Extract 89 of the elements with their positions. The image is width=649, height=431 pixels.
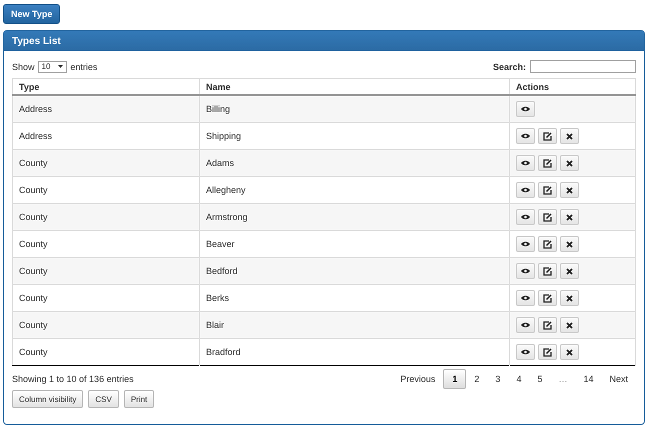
new-type-button[interactable]: New Type	[3, 4, 60, 24]
table-cell: Armstrong	[200, 204, 510, 230]
eye-icon	[521, 187, 530, 193]
page-link[interactable]: 5	[529, 369, 550, 389]
page-link[interactable]: 3	[487, 369, 508, 389]
close-icon	[566, 160, 573, 166]
search-field[interactable]	[530, 60, 636, 73]
delete-button[interactable]	[560, 209, 579, 225]
delete-button[interactable]	[560, 344, 579, 360]
close-icon	[566, 294, 573, 302]
search-label: Search:	[492, 62, 526, 72]
eye-icon	[521, 268, 530, 274]
view-button[interactable]	[516, 236, 535, 252]
close-icon	[566, 322, 573, 328]
table-cell: County	[12, 312, 200, 338]
close-icon	[566, 348, 573, 356]
close-icon	[566, 186, 573, 194]
edit-button[interactable]	[538, 290, 557, 306]
export-button[interactable]: Print	[124, 390, 154, 408]
edit-button[interactable]	[538, 236, 557, 252]
table-cell: County	[12, 338, 200, 366]
view-button[interactable]	[516, 209, 535, 225]
view-button[interactable]	[516, 128, 535, 144]
table-cell: Adams	[200, 150, 510, 176]
edit-icon	[543, 294, 552, 302]
view-button[interactable]	[516, 344, 535, 360]
view-button[interactable]	[516, 101, 535, 117]
show-label: Show	[12, 62, 35, 72]
table-cell: Bradford	[200, 338, 510, 366]
delete-button[interactable]	[560, 263, 579, 279]
edit-icon	[543, 212, 552, 222]
caret-icon	[58, 65, 64, 68]
eye-icon	[521, 133, 530, 139]
eye-icon	[521, 241, 530, 247]
edit-button[interactable]	[538, 155, 557, 171]
view-button[interactable]	[516, 155, 535, 171]
edit-button[interactable]	[538, 344, 557, 360]
table-cell: Billing	[200, 95, 510, 122]
entries-select[interactable]: 10	[38, 60, 68, 72]
edit-icon	[543, 158, 552, 168]
panel-title: Types List	[12, 36, 61, 46]
page-link[interactable]: 14	[575, 369, 602, 389]
eye-icon	[521, 322, 530, 328]
edit-button[interactable]	[538, 263, 557, 279]
table-cell: Address	[12, 95, 200, 122]
edit-button[interactable]	[538, 317, 557, 333]
delete-button[interactable]	[560, 128, 579, 144]
close-icon	[566, 240, 573, 248]
export-button[interactable]: Column visibility	[12, 390, 84, 408]
close-icon	[566, 132, 573, 140]
delete-button[interactable]	[560, 155, 579, 171]
page-link[interactable]: 2	[466, 369, 488, 389]
delete-button[interactable]	[560, 182, 579, 198]
page-link[interactable]: 4	[508, 369, 530, 389]
eye-icon	[521, 160, 530, 166]
edit-icon	[543, 132, 552, 140]
edit-button[interactable]	[538, 209, 557, 225]
export-button[interactable]: CSV	[88, 390, 119, 408]
ellipsis: …	[557, 373, 568, 386]
edit-icon	[543, 186, 552, 194]
edit-button[interactable]	[538, 182, 557, 198]
close-icon	[566, 214, 573, 220]
eye-icon	[521, 295, 530, 301]
edit-icon	[543, 240, 552, 248]
close-icon	[566, 268, 573, 274]
delete-button[interactable]	[560, 236, 579, 252]
next-link[interactable]: Next	[601, 369, 636, 389]
eye-icon	[521, 214, 530, 220]
edit-icon	[543, 348, 552, 356]
view-button[interactable]	[516, 182, 535, 198]
table-cell: County	[12, 204, 200, 230]
entries-info: Showing 1 to 10 of 136 entries	[12, 374, 134, 384]
edit-button[interactable]	[538, 128, 557, 144]
view-button[interactable]	[516, 290, 535, 306]
edit-icon	[543, 266, 552, 276]
eye-icon	[521, 349, 530, 355]
table-cell: Bedford	[200, 258, 510, 284]
view-button[interactable]	[516, 317, 535, 333]
table-cell: County	[12, 150, 200, 176]
table-cell: County	[12, 258, 200, 284]
edit-icon	[543, 320, 552, 330]
delete-button[interactable]	[560, 317, 579, 333]
entries-label: entries	[70, 62, 98, 72]
table-cell: Blair	[200, 312, 510, 338]
delete-button[interactable]	[560, 290, 579, 306]
view-button[interactable]	[516, 263, 535, 279]
page-link[interactable]: 1	[443, 369, 466, 389]
eye-icon	[521, 106, 530, 112]
previous-link[interactable]: Previous	[392, 369, 444, 389]
